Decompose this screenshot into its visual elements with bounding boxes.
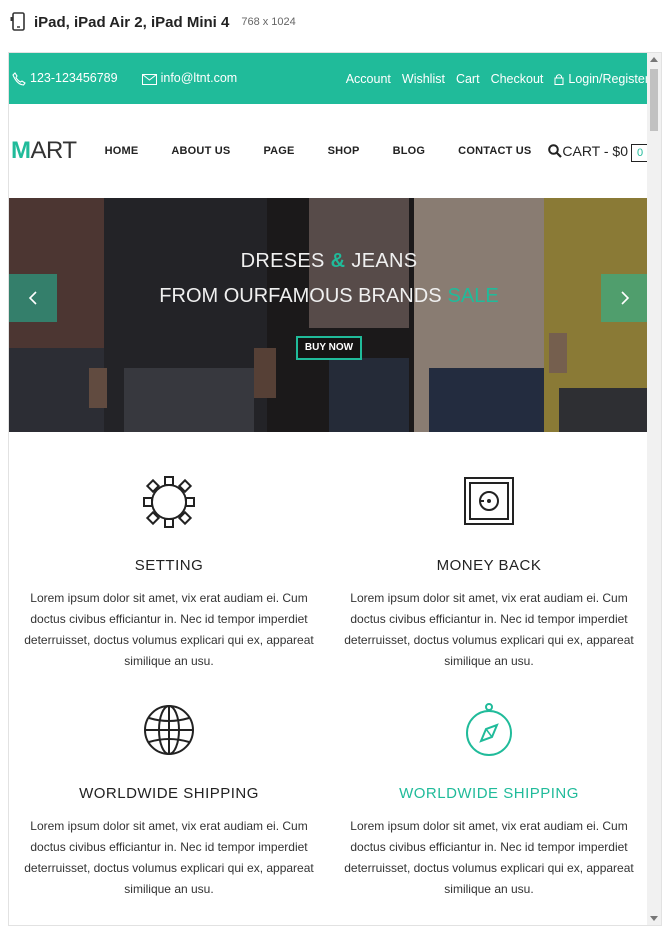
lock-icon bbox=[554, 74, 564, 86]
scroll-up-arrow[interactable] bbox=[650, 57, 658, 62]
feature-text: Lorem ipsum dolor sit amet, vix erat aud… bbox=[24, 591, 314, 668]
feature-title: SETTING bbox=[134, 557, 204, 574]
hero-word-dresses: DRESES bbox=[240, 250, 325, 272]
hero-line-1: DRESES & JEANS bbox=[9, 250, 649, 273]
vertical-scrollbar[interactable] bbox=[647, 53, 661, 925]
nav-home[interactable]: HOME bbox=[105, 145, 139, 157]
phone-icon bbox=[12, 71, 26, 86]
hero-brands-text: FROM OURFAMOUS BRANDS bbox=[159, 285, 442, 307]
cart-label[interactable]: CART - $0 bbox=[562, 143, 628, 159]
logo-rest: ART bbox=[30, 137, 78, 164]
chevron-left-icon bbox=[28, 291, 37, 305]
scroll-down-arrow[interactable] bbox=[650, 916, 658, 921]
hero-sale-text: SALE bbox=[447, 285, 499, 307]
phone-info: 123-123456789 bbox=[12, 71, 130, 86]
main-navbar: MART HOME ABOUT US PAGE SHOP BLOG CONTAC… bbox=[9, 104, 649, 198]
contact-info: 123-123456789 info@ltnt.com bbox=[12, 71, 261, 86]
login-link[interactable]: Login/Register bbox=[554, 72, 649, 86]
hero-word-jeans: JEANS bbox=[351, 250, 418, 272]
main-menu: HOME ABOUT US PAGE SHOP BLOG CONTACT US bbox=[105, 145, 565, 157]
logo[interactable]: MART bbox=[11, 137, 77, 165]
feature-worldwide-shipping: WORLDWIDE SHIPPING Lorem ipsum dolor sit… bbox=[9, 700, 329, 900]
scroll-thumb[interactable] bbox=[650, 69, 658, 131]
safe-icon bbox=[464, 477, 514, 525]
device-title: iPad, iPad Air 2, iPad Mini 4 bbox=[34, 13, 230, 31]
email-info: info@ltnt.com bbox=[141, 71, 250, 85]
hero-overlay bbox=[9, 198, 649, 432]
feature-setting: SETTING Lorem ipsum dolor sit amet, vix … bbox=[9, 472, 329, 672]
hero-caption: DRESES & JEANS FROM OURFAMOUS BRANDS SALE bbox=[9, 250, 649, 308]
feature-title: WORLDWIDE SHIPPING bbox=[79, 785, 259, 802]
wishlist-link[interactable]: Wishlist bbox=[402, 72, 445, 86]
cart-link[interactable]: Cart bbox=[456, 72, 480, 86]
tablet-icon bbox=[10, 12, 25, 31]
top-links: Account Wishlist Cart Checkout Login/Reg… bbox=[335, 53, 649, 104]
device-frame: 123-123456789 info@ltnt.com Account Wish… bbox=[8, 52, 662, 926]
nav-about-us[interactable]: ABOUT US bbox=[171, 145, 230, 157]
feature-money-back: MONEY BACK Lorem ipsum dolor sit amet, v… bbox=[329, 472, 649, 672]
search-icon[interactable] bbox=[548, 144, 563, 158]
feature-title: WORLDWIDE SHIPPING bbox=[399, 785, 579, 802]
globe-icon bbox=[144, 705, 194, 755]
logo-initial: M bbox=[11, 137, 31, 164]
feature-text: Lorem ipsum dolor sit amet, vix erat aud… bbox=[24, 819, 314, 896]
nav-contact-us[interactable]: CONTACT US bbox=[458, 145, 531, 157]
account-link[interactable]: Account bbox=[346, 72, 391, 86]
cart-widget[interactable]: CART - $0 0 bbox=[548, 104, 649, 198]
checkout-link[interactable]: Checkout bbox=[491, 72, 544, 86]
compass-icon bbox=[466, 703, 512, 756]
slider-next-button[interactable] bbox=[601, 274, 649, 322]
chevron-right-icon bbox=[621, 291, 630, 305]
mail-icon bbox=[141, 73, 157, 85]
slider-prev-button[interactable] bbox=[9, 274, 57, 322]
gear-icon bbox=[143, 476, 195, 528]
hero-ampersand: & bbox=[330, 250, 346, 272]
top-bar: 123-123456789 info@ltnt.com Account Wish… bbox=[9, 53, 649, 104]
buy-now-button[interactable]: BUY NOW bbox=[296, 336, 362, 360]
device-size: 768 x 1024 bbox=[241, 16, 296, 28]
feature-text: Lorem ipsum dolor sit amet, vix erat aud… bbox=[344, 591, 634, 668]
nav-page[interactable]: PAGE bbox=[263, 145, 294, 157]
hero-slider: DRESES & JEANS FROM OURFAMOUS BRANDS SALE B… bbox=[9, 198, 649, 432]
nav-shop[interactable]: SHOP bbox=[328, 145, 360, 157]
phone-number[interactable]: 123-123456789 bbox=[30, 71, 118, 85]
feature-title: MONEY BACK bbox=[436, 557, 542, 574]
nav-blog[interactable]: BLOG bbox=[393, 145, 426, 157]
device-header: iPad, iPad Air 2, iPad Mini 4 768 x 1024 bbox=[0, 0, 671, 44]
hero-line-2: FROM OURFAMOUS BRANDS SALE bbox=[9, 285, 649, 308]
login-label: Login/Register bbox=[568, 71, 649, 86]
feature-text: Lorem ipsum dolor sit amet, vix erat aud… bbox=[344, 819, 634, 896]
email-address[interactable]: info@ltnt.com bbox=[161, 71, 238, 85]
feature-worldwide-shipping-active: WORLDWIDE SHIPPING Lorem ipsum dolor sit… bbox=[329, 700, 649, 900]
